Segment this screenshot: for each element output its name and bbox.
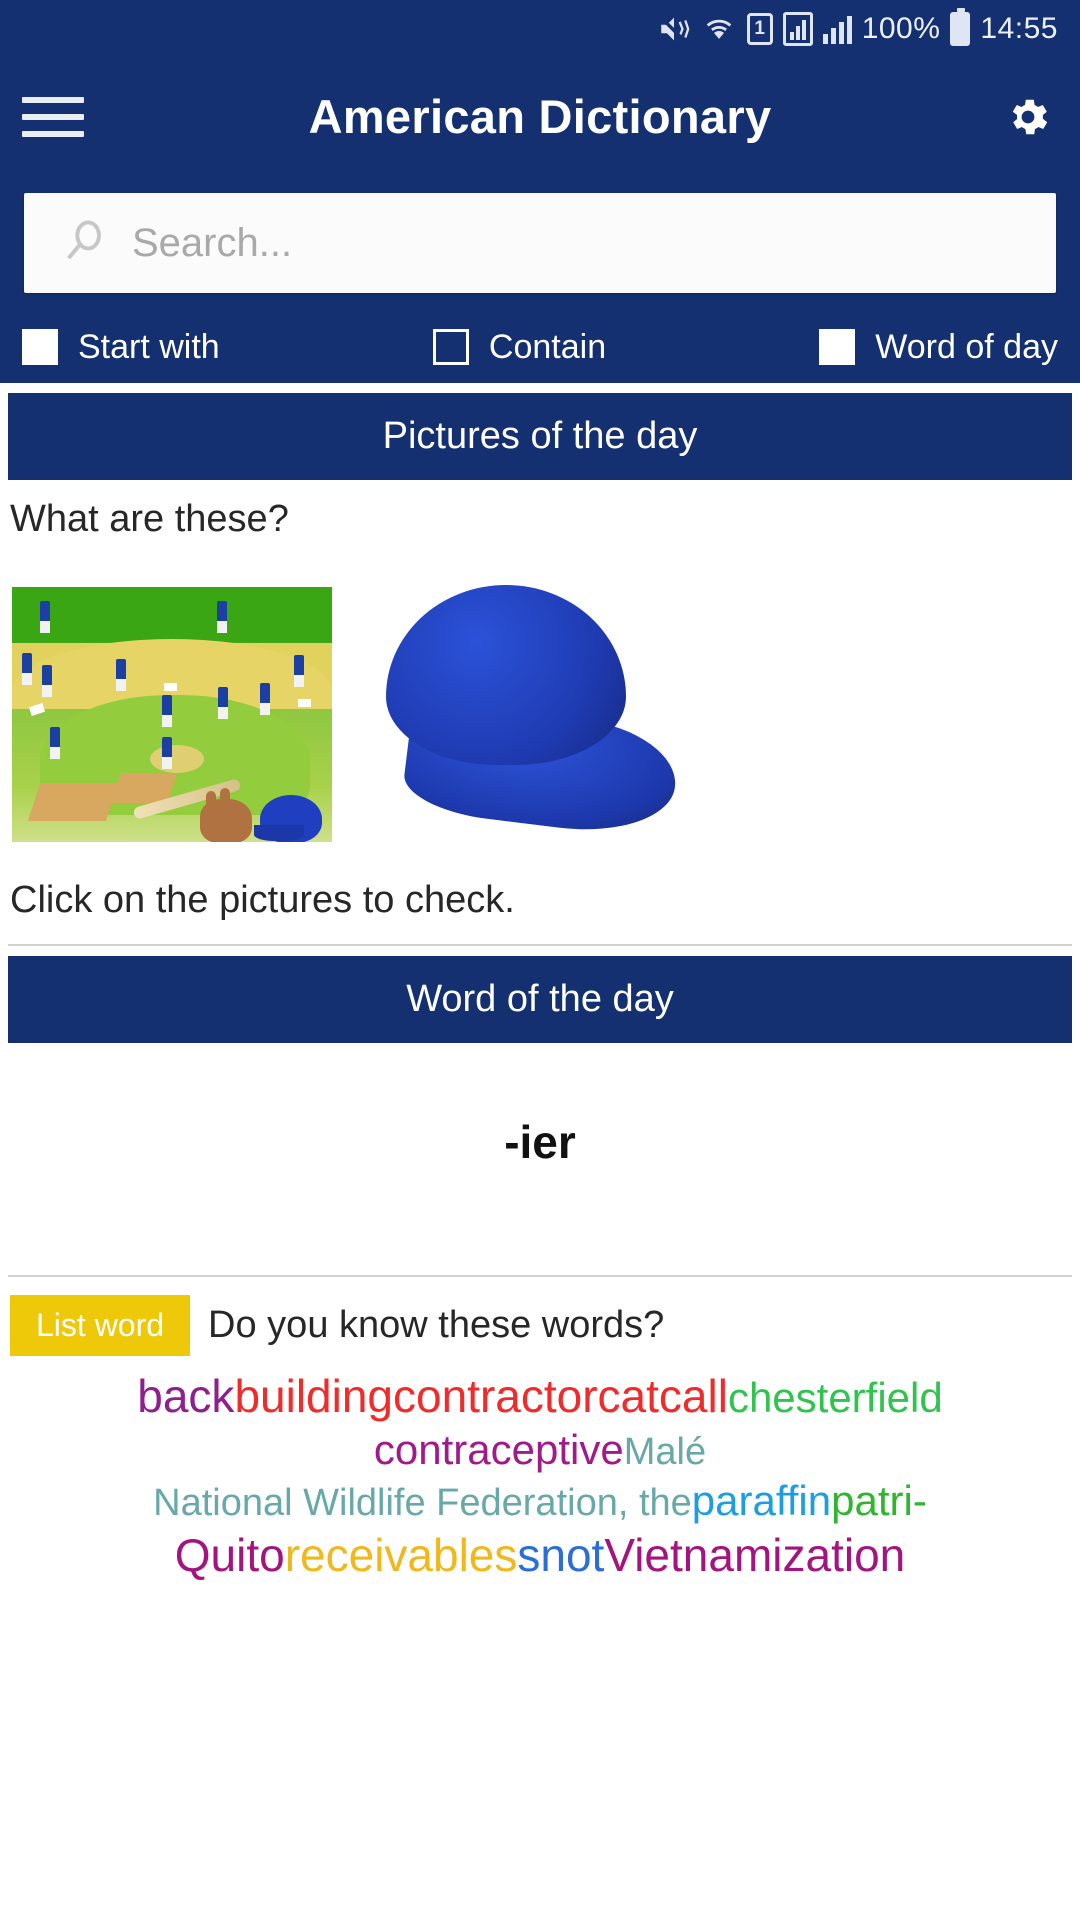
word-cloud-item[interactable]: back xyxy=(137,1370,234,1422)
word-cloud-line: National Wildlife Federation, theparaffi… xyxy=(6,1475,1074,1526)
word-cloud-item[interactable]: Vietnamization xyxy=(604,1529,905,1581)
field-base xyxy=(164,683,177,691)
checkbox-contain-label: Contain xyxy=(488,327,607,366)
word-cloud-item[interactable]: snot xyxy=(517,1529,604,1581)
field-player xyxy=(218,687,228,719)
word-cloud-item[interactable]: Quito xyxy=(175,1529,285,1581)
field-player xyxy=(116,659,126,691)
field-player xyxy=(217,601,227,633)
list-word-row: List word Do you know these words? xyxy=(0,1277,1080,1356)
checkbox-word-of-day-box[interactable] xyxy=(819,329,856,365)
blue-cap-picture[interactable] xyxy=(366,565,686,865)
gear-icon[interactable] xyxy=(1004,93,1052,141)
field-player xyxy=(294,655,304,687)
divider xyxy=(8,944,1072,946)
word-cloud-item[interactable]: chesterfield xyxy=(728,1374,943,1421)
pictures-row xyxy=(0,541,1080,865)
field-player xyxy=(260,683,270,715)
checkbox-contain[interactable]: Contain xyxy=(432,327,607,367)
checkbox-word-of-day[interactable]: Word of day xyxy=(819,328,1058,367)
search-section: Search... xyxy=(0,175,1080,311)
list-word-badge[interactable]: List word xyxy=(10,1295,191,1356)
checkbox-contain-box[interactable] xyxy=(432,329,469,365)
app-bar: American Dictionary xyxy=(0,58,1080,175)
word-of-the-day-header: Word of the day xyxy=(8,956,1072,1043)
field-home-dirt xyxy=(27,783,119,821)
mute-vibrate-icon xyxy=(657,12,691,46)
status-bar: 1 100% 14:55 xyxy=(0,0,1080,58)
word-cloud-item[interactable]: Malé xyxy=(624,1431,706,1473)
hamburger-icon[interactable] xyxy=(22,96,84,137)
word-cloud-item[interactable]: building xyxy=(234,1370,393,1422)
search-input[interactable]: Search... xyxy=(24,193,1056,293)
cap-crown xyxy=(386,585,626,765)
list-word-question: Do you know these words? xyxy=(208,1304,665,1346)
page-title: American Dictionary xyxy=(308,90,772,143)
signal-bars-icon xyxy=(822,14,852,44)
field-player xyxy=(162,695,172,727)
word-cloud-item[interactable]: paraffin xyxy=(692,1477,831,1524)
word-cloud-line: QuitoreceivablessnotVietnamization xyxy=(6,1527,1074,1583)
field-player xyxy=(42,665,52,697)
checkbox-start-with[interactable]: Start with xyxy=(22,328,220,367)
field-player xyxy=(22,653,32,685)
word-cloud-item[interactable]: patri- xyxy=(831,1477,927,1524)
field-pitchers-mound xyxy=(150,745,204,773)
word-cloud-line: contraceptiveMalé xyxy=(6,1424,1074,1475)
search-placeholder: Search... xyxy=(132,220,293,265)
baseball-glove xyxy=(200,788,252,842)
field-player xyxy=(40,601,50,633)
pictures-click-note: Click on the pictures to check. xyxy=(10,879,515,921)
wifi-icon xyxy=(701,12,737,46)
field-outfield-grass xyxy=(12,587,332,642)
word-cloud-item[interactable]: contraceptive xyxy=(374,1426,624,1473)
checkbox-start-with-box[interactable] xyxy=(22,329,58,365)
checkbox-word-of-day-label: Word of day xyxy=(875,327,1058,366)
baseball-field-picture[interactable] xyxy=(12,587,332,842)
word-cloud-item[interactable]: contractor xyxy=(393,1370,598,1422)
field-player xyxy=(162,737,172,769)
search-options-row: Start with Contain Word of day xyxy=(0,311,1080,383)
checkbox-start-with-label: Start with xyxy=(78,327,220,366)
word-cloud-item[interactable]: National Wildlife Federation, the xyxy=(153,1482,692,1524)
word-cloud-item[interactable]: catcall xyxy=(598,1370,728,1422)
batting-helmet xyxy=(254,795,322,842)
field-player xyxy=(50,727,60,759)
pictures-of-the-day-header: Pictures of the day xyxy=(8,393,1072,480)
field-base xyxy=(298,699,311,707)
word-cloud-item[interactable]: receivables xyxy=(285,1529,518,1581)
search-icon xyxy=(60,217,112,269)
word-cloud: backbuildingcontractorcatcallchesterfiel… xyxy=(0,1356,1080,1583)
clock-label: 14:55 xyxy=(980,12,1058,45)
pictures-question: What are these? xyxy=(10,498,289,540)
word-of-the-day-value[interactable]: -ier xyxy=(0,1043,1080,1253)
word-cloud-line: backbuildingcontractorcatcallchesterfiel… xyxy=(6,1368,1074,1424)
battery-percent-label: 100% xyxy=(861,12,941,45)
signal-icon xyxy=(782,12,813,46)
sim1-icon: 1 xyxy=(746,13,773,45)
battery-icon xyxy=(950,8,971,46)
